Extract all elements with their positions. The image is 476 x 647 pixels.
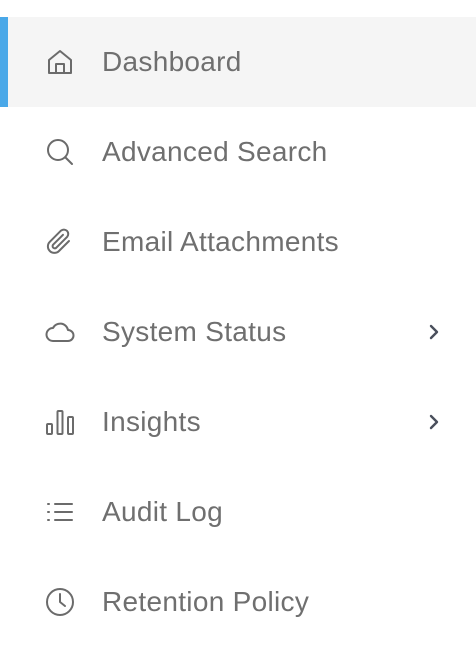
clock-icon (44, 586, 76, 618)
sidebar-nav: Dashboard Advanced Search Email Attachme… (0, 0, 476, 644)
sidebar-item-retention-policy[interactable]: Retention Policy (0, 557, 476, 647)
sidebar-item-audit-log[interactable]: Audit Log (0, 467, 476, 557)
sidebar-item-advanced-search[interactable]: Advanced Search (0, 107, 476, 197)
sidebar-item-system-status[interactable]: System Status (0, 287, 476, 377)
paperclip-icon (44, 226, 76, 258)
sidebar-item-label: Advanced Search (102, 136, 328, 167)
sidebar-item-label: Insights (102, 406, 201, 437)
sidebar-item-label: Audit Log (102, 496, 224, 527)
chevron-right-icon[interactable] (424, 412, 444, 432)
list-icon (44, 496, 76, 528)
sidebar-item-label: Retention Policy (102, 586, 310, 617)
sidebar-item-email-attachments[interactable]: Email Attachments (0, 197, 476, 287)
sidebar-item-label: System Status (102, 316, 287, 347)
search-icon (44, 136, 76, 168)
bar-chart-icon (44, 406, 76, 438)
sidebar-item-label: Email Attachments (102, 226, 339, 257)
sidebar-item-dashboard[interactable]: Dashboard (0, 17, 476, 107)
sidebar-item-insights[interactable]: Insights (0, 377, 476, 467)
cloud-icon (44, 316, 76, 348)
home-icon (44, 46, 76, 78)
sidebar-item-label: Dashboard (102, 46, 242, 77)
chevron-right-icon[interactable] (424, 322, 444, 342)
